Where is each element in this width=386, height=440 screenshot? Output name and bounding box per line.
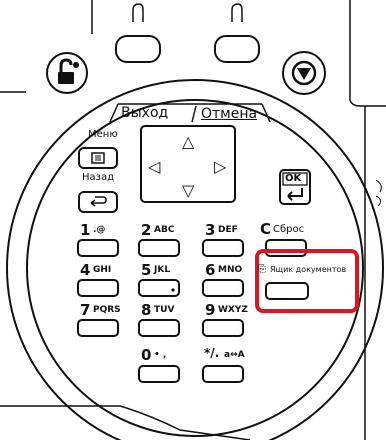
key-9[interactable] [202,319,244,337]
key-letters: MNO [218,265,243,275]
control-panel [0,0,386,440]
key-letters: • , [154,350,167,360]
key-letters: .@ [93,225,106,235]
key-1[interactable] [77,239,119,257]
key-0[interactable] [138,365,180,383]
key-digit: 9 [205,301,216,319]
clear-label: Сброс [273,224,305,235]
clear-letter: C [260,220,272,238]
key-7[interactable] [77,319,119,337]
arrow-right-icon[interactable]: ▷ [214,157,226,176]
key-digit: 8 [141,301,152,319]
key-letters: DEF [218,225,238,235]
key-digit: 5 [141,261,152,279]
document-box-label: Ящик документов [270,265,347,274]
key-4[interactable] [77,279,119,297]
key-letters: PQRS [93,305,121,315]
arrow-down-icon[interactable]: ▽ [182,181,194,200]
highlight-frame [255,249,359,313]
key-digit: 1 [80,221,91,239]
key-8[interactable] [138,319,180,337]
key-star[interactable] [202,365,244,383]
key-2[interactable] [138,239,180,257]
key-digit: 0 [141,346,152,364]
key-6[interactable] [202,279,244,297]
key-letters: a↔A [224,350,245,360]
exit-key-label[interactable]: Выход [121,105,168,121]
back-button[interactable] [78,191,118,213]
key-letters: TUV [154,305,175,315]
key-5[interactable] [138,279,180,297]
arrow-left-icon[interactable]: ◁ [148,157,160,176]
key-digit: 6 [205,261,216,279]
menu-label: Меню [88,129,118,140]
back-label: Назад [82,172,115,183]
document-box-button[interactable] [265,282,309,300]
arrow-up-icon[interactable]: △ [182,132,194,151]
key-digit: 2 [141,221,152,239]
key-digit: 7 [80,301,91,319]
key-3[interactable] [202,239,244,257]
document-box-icon: ⎘ [258,264,266,275]
cancel-key-label[interactable]: Отмена [201,106,257,122]
key-letters: WXYZ [218,305,248,315]
key-letters: ABC [154,225,175,235]
clear-button[interactable] [265,239,307,257]
key-letters: GHI [93,265,112,275]
ok-label: OK [285,173,302,184]
key-letters: JKL [154,265,171,275]
top-left-key[interactable] [115,35,161,63]
key-digit: */. [204,346,220,360]
key-digit: 4 [80,261,91,279]
top-right-key[interactable] [214,35,260,63]
key-digit: 3 [205,221,216,239]
key-5-dot [171,288,175,292]
